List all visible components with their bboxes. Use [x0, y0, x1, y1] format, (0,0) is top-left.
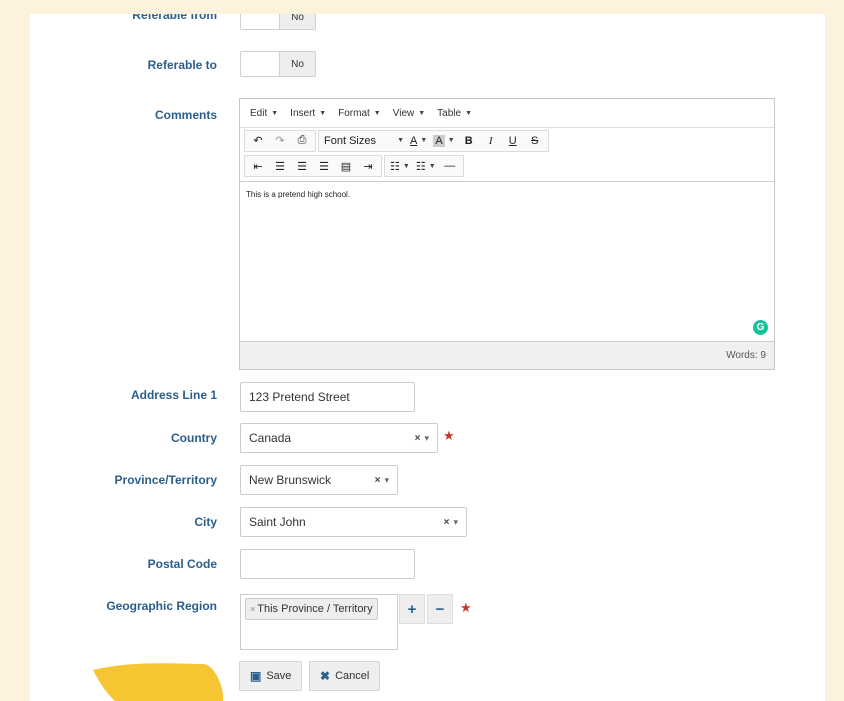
chevron-down-icon: ▼ [420, 137, 428, 144]
x-icon: ✖ [320, 669, 331, 683]
chevron-down-icon: ▼ [271, 109, 279, 117]
align-center-icon[interactable]: ☰ [291, 156, 313, 176]
menu-edit[interactable]: Edit ▼ [250, 108, 278, 119]
italic-icon[interactable]: I [480, 131, 502, 151]
chevron-down-icon: ▼ [418, 109, 426, 117]
city-select[interactable]: Saint John × ▾ [240, 507, 467, 537]
address-line-1-label: Address Line 1 [130, 388, 217, 402]
align-justify-icon[interactable]: ▤ [335, 156, 357, 176]
clear-icon[interactable]: × [375, 475, 381, 486]
print-icon[interactable]: ⎙ [291, 131, 313, 151]
address-line-1-input[interactable] [249, 390, 406, 404]
bold-icon[interactable]: B [458, 131, 480, 151]
postal-code-input[interactable] [249, 557, 406, 571]
chevron-down-icon: ▼ [397, 137, 404, 144]
align-left-icon[interactable]: ☰ [269, 156, 291, 176]
chevron-down-icon: ▼ [319, 109, 327, 117]
chevron-down-icon: ▼ [465, 109, 473, 117]
floppy-icon: ▣ [250, 669, 262, 683]
toggle-knob [241, 52, 279, 76]
menu-table[interactable]: Table ▼ [437, 108, 472, 119]
country-value: Canada [249, 431, 292, 445]
city-label: City [194, 515, 217, 529]
referable-from-label: Referable from [132, 14, 217, 22]
province-label: Province/Territory [114, 473, 217, 487]
indent-icon[interactable]: ⇥ [357, 156, 379, 176]
postal-code-label: Postal Code [147, 557, 217, 571]
clear-icon[interactable]: × [415, 433, 421, 444]
cancel-button[interactable]: ✖ Cancel [309, 661, 381, 691]
menu-format[interactable]: Format ▼ [338, 108, 381, 119]
font-sizes-label: Font Sizes [324, 134, 376, 147]
comments-editor: Edit ▼ Insert ▼ Format ▼ View ▼ Table ▼ ↶ ↷ ⎙… [239, 98, 775, 370]
add-region-button[interactable]: + [399, 594, 425, 624]
chevron-down-icon: ▾ [424, 432, 429, 443]
referable-from-toggle[interactable]: No [240, 14, 316, 30]
remove-region-button[interactable]: − [427, 594, 453, 624]
font-group: Font Sizes ▼ A ▼ A ▼ B I U S [318, 129, 549, 152]
referable-to-toggle[interactable]: No [240, 51, 316, 77]
chevron-down-icon: ▼ [428, 162, 436, 170]
editor-toolbar-1: ↶ ↷ ⎙ Font Sizes ▼ A ▼ A ▼ B I U S [240, 127, 774, 153]
editor-content[interactable]: This is a pretend high school. G [240, 181, 774, 341]
history-group: ↶ ↷ ⎙ [244, 129, 316, 152]
chevron-down-icon: ▾ [453, 516, 458, 527]
toggle-knob [241, 14, 279, 29]
required-star-icon: ★ [443, 428, 455, 443]
word-count: Words: 9 [726, 350, 766, 361]
chevron-down-icon: ▼ [447, 137, 455, 144]
cancel-label: Cancel [335, 670, 370, 682]
province-value: New Brunswick [249, 473, 332, 487]
clear-icon[interactable]: × [444, 517, 450, 528]
save-button[interactable]: ▣ Save [239, 661, 303, 691]
grammarly-icon[interactable]: G [753, 320, 768, 335]
remove-tag-icon[interactable]: × [250, 604, 255, 614]
required-star-icon: ★ [460, 600, 472, 615]
text-color-icon[interactable]: A ▼ [407, 131, 430, 151]
chevron-down-icon: ▼ [402, 162, 410, 170]
strikethrough-icon[interactable]: S [524, 131, 546, 151]
editor-toolbar-2: ⇤ ☰ ☰ ☰ ▤ ⇥ ☷ ▼ ☷ ▼ — [240, 153, 774, 179]
region-tag-label: This Province / Territory [257, 603, 373, 615]
background-color-icon[interactable]: A ▼ [430, 131, 457, 151]
geographic-region-label: Geographic Region [106, 599, 217, 613]
horizontal-rule-icon[interactable]: — [439, 156, 461, 176]
geographic-region-multiselect[interactable]: × This Province / Territory [240, 594, 398, 650]
editor-text: This is a pretend high school. [246, 190, 351, 199]
region-tag: × This Province / Territory [245, 598, 378, 620]
menu-view[interactable]: View ▼ [393, 108, 425, 119]
alignment-group: ⇤ ☰ ☰ ☰ ▤ ⇥ [244, 155, 382, 177]
bullet-list-icon[interactable]: ☷ ▼ [387, 156, 413, 176]
underline-icon[interactable]: U [502, 131, 524, 151]
city-value: Saint John [249, 515, 306, 529]
toggle-value: No [279, 14, 315, 29]
menu-insert[interactable]: Insert ▼ [290, 108, 326, 119]
editor-menubar: Edit ▼ Insert ▼ Format ▼ View ▼ Table ▼ [240, 99, 774, 127]
save-label: Save [266, 670, 292, 682]
address-line-1-field[interactable] [240, 382, 415, 412]
toggle-value: No [279, 52, 315, 76]
editor-statusbar: Words: 9 [240, 341, 774, 369]
country-select[interactable]: Canada × ▾ [240, 423, 438, 453]
list-group: ☷ ▼ ☷ ▼ — [384, 155, 464, 177]
comments-label: Comments [154, 108, 217, 122]
font-sizes-dropdown[interactable]: Font Sizes ▼ [321, 131, 407, 151]
highlight-stroke [93, 663, 224, 701]
province-select[interactable]: New Brunswick × ▾ [240, 465, 398, 495]
referable-to-label: Referable to [147, 58, 217, 72]
align-right-icon[interactable]: ☰ [313, 156, 335, 176]
numbered-list-icon[interactable]: ☷ ▼ [413, 156, 439, 176]
outdent-icon[interactable]: ⇤ [247, 156, 269, 176]
form-panel: Referable from No Referable to No Commen… [30, 14, 825, 701]
chevron-down-icon: ▼ [373, 109, 381, 117]
undo-icon[interactable]: ↶ [247, 131, 269, 151]
chevron-down-icon: ▾ [384, 474, 389, 485]
postal-code-field[interactable] [240, 549, 415, 579]
country-label: Country [171, 431, 217, 445]
redo-icon[interactable]: ↷ [269, 131, 291, 151]
